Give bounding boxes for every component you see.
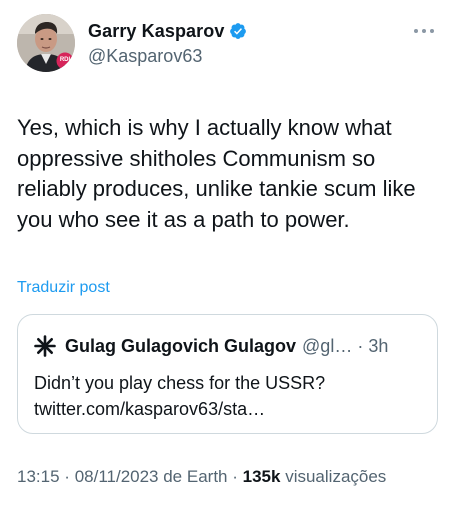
- tweet-time[interactable]: 13:15: [17, 467, 60, 486]
- views-count[interactable]: 135k: [243, 467, 281, 486]
- meta-separator: ·: [232, 467, 238, 486]
- author-names: Garry Kasparov @Kasparov63: [88, 20, 247, 67]
- portrait-icon: [17, 14, 75, 72]
- quoted-author-handle: @gl…: [302, 335, 353, 356]
- tweet-date[interactable]: 08/11/2023 de Earth: [75, 467, 228, 486]
- asterisk-icon: [34, 335, 56, 357]
- meta-separator: ·: [64, 467, 70, 486]
- quoted-timestamp: 3h: [368, 335, 389, 356]
- tweet-header: RDI Garry Kasparov @Kasparov63: [17, 14, 438, 78]
- author-handle[interactable]: @Kasparov63: [88, 46, 247, 67]
- quoted-text-line: Didn’t you play chess for the USSR?: [34, 373, 326, 393]
- tweet-text: Yes, which is why I actually know what o…: [17, 115, 416, 232]
- views-label[interactable]: visualizações: [285, 467, 386, 486]
- author-avatar[interactable]: RDI: [17, 14, 75, 72]
- quoted-link: twitter.com/kasparov63/sta…: [34, 399, 266, 419]
- verified-badge-icon: [230, 23, 247, 39]
- translate-post-link[interactable]: Traduzir post: [17, 279, 110, 297]
- avatar-badge-text: RDI: [59, 57, 71, 63]
- author-display-name[interactable]: Garry Kasparov: [88, 21, 224, 42]
- quoted-tweet-header: Gulag Gulagovich Gulagov @gl… · 3h: [34, 335, 388, 357]
- more-options-icon[interactable]: [414, 26, 436, 36]
- quoted-separator: ·: [357, 335, 364, 356]
- quoted-author-name: Gulag Gulagovich Gulagov: [65, 335, 297, 356]
- quoted-tweet-card[interactable]: Gulag Gulagovich Gulagov @gl… · 3h Didn’…: [17, 314, 438, 434]
- quoted-tweet-text: Didn’t you play chess for the USSR? twit…: [34, 370, 424, 422]
- tweet-meta: 13:15 · 08/11/2023 de Earth · 135k visua…: [17, 467, 386, 487]
